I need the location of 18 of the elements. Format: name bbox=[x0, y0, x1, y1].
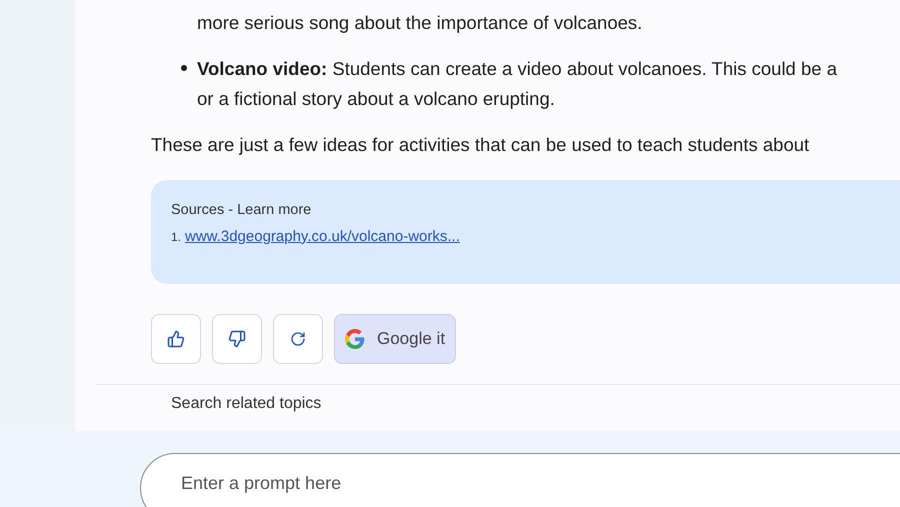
refresh-icon bbox=[290, 331, 306, 347]
prompt-field[interactable]: Enter a prompt here bbox=[140, 453, 900, 507]
related-heading: Search related topics bbox=[171, 395, 322, 413]
thumbs-down-button[interactable] bbox=[212, 314, 262, 364]
thumbs-up-icon bbox=[167, 330, 185, 348]
sources-heading: Sources - Learn more bbox=[171, 201, 312, 220]
source-link[interactable]: www.3dgeography.co.uk/volcano-works... bbox=[185, 226, 460, 248]
summary-text: These are just a few ideas for activities that can be used to teach students about bbox=[151, 133, 810, 157]
google-logo-icon bbox=[345, 329, 365, 349]
bullet-text: Volcano video: Students can create a video about volcanoes. This could be a bbox=[197, 57, 837, 81]
bullet-text: or a fictional story about a volcano erupting. bbox=[197, 87, 556, 111]
bullet-text: more serious song about the importance of volcanoes. bbox=[197, 11, 642, 35]
regenerate-button[interactable] bbox=[273, 314, 323, 364]
bullet-icon bbox=[181, 65, 187, 71]
thumbs-up-button[interactable] bbox=[151, 314, 201, 364]
thumbs-down-icon bbox=[228, 330, 246, 348]
google-it-button[interactable]: Google it bbox=[334, 314, 456, 364]
source-number: 1. bbox=[171, 228, 182, 246]
